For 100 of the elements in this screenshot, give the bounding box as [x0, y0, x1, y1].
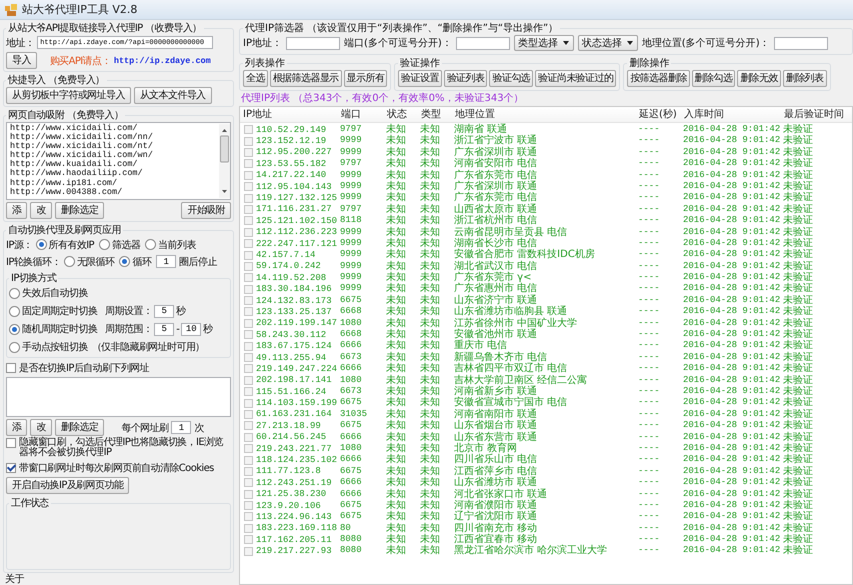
radio-button[interactable] [145, 239, 156, 250]
port-field[interactable] [456, 36, 510, 50]
url-item[interactable]: http://www.xicidaili.com/nn/ [10, 133, 153, 142]
list-button[interactable]: 改 [30, 202, 52, 219]
operation-button[interactable]: 验证勾选 [489, 70, 534, 87]
checkbox[interactable] [244, 284, 253, 294]
operation-button[interactable]: 显示所有 [344, 70, 388, 87]
operation-button[interactable]: 删除勾选 [692, 70, 736, 87]
radio-button[interactable] [98, 239, 110, 250]
checkbox[interactable] [244, 228, 253, 237]
checkbox[interactable] [244, 342, 253, 351]
checkbox[interactable] [6, 462, 16, 472]
checkbox[interactable] [244, 421, 253, 430]
column-header[interactable]: 入库时间 [681, 107, 781, 122]
type-select[interactable]: 类型选择 [514, 35, 574, 51]
checkbox[interactable] [244, 478, 253, 488]
checkbox[interactable] [244, 318, 253, 328]
operation-button[interactable]: 验证列表 [444, 70, 488, 87]
operation-button[interactable]: 验证设置 [398, 70, 442, 87]
period-field[interactable]: 5 [154, 304, 174, 318]
url-input-field[interactable] [6, 377, 231, 417]
radio-button[interactable] [9, 306, 20, 316]
column-header[interactable]: IP地址 [240, 107, 338, 122]
operation-button[interactable]: 删除无效 [737, 70, 781, 87]
checkbox[interactable] [244, 136, 253, 146]
checkbox[interactable] [244, 444, 253, 454]
location-field[interactable] [774, 36, 828, 50]
checkbox[interactable] [244, 490, 253, 499]
checkbox[interactable] [244, 273, 253, 282]
operation-button[interactable]: 按筛选器删除 [627, 70, 690, 87]
list-button[interactable]: 改 [30, 419, 52, 436]
url-item[interactable]: http://www.xicidaili.com/ [10, 124, 138, 134]
radio-button[interactable] [119, 256, 130, 267]
operation-button[interactable]: 全选 [243, 70, 268, 87]
url-list[interactable] [6, 122, 231, 200]
start-auto-button[interactable]: 开启自动换IP及刷网页功能 [6, 477, 130, 494]
checkbox[interactable] [244, 512, 253, 522]
checkbox[interactable] [244, 524, 253, 533]
radio-button[interactable] [9, 324, 20, 334]
url-item[interactable]: http://www.kuaidaili.com/ [10, 160, 138, 170]
checkbox[interactable] [244, 262, 253, 271]
url-item[interactable]: http://www.haodailiip.com/ [10, 169, 143, 179]
checkbox[interactable] [244, 250, 253, 260]
checkbox[interactable] [244, 456, 253, 465]
checkbox[interactable] [244, 307, 253, 316]
checkbox[interactable] [244, 353, 253, 362]
radio-button[interactable] [9, 288, 20, 298]
column-header[interactable]: 最后验证时间 [781, 107, 847, 122]
column-header[interactable]: 端口 [338, 107, 384, 122]
import-button[interactable]: 导入 [6, 52, 37, 69]
checkbox[interactable] [244, 410, 253, 419]
checkbox[interactable] [244, 182, 253, 192]
checkbox[interactable] [244, 387, 253, 396]
list-button[interactable]: 删除选定 [54, 419, 104, 436]
ip-field[interactable] [286, 36, 340, 50]
checkbox[interactable] [244, 239, 253, 248]
column-header[interactable]: 类型 [418, 107, 452, 122]
checkbox[interactable] [244, 376, 253, 385]
column-header[interactable]: 状态 [384, 107, 418, 122]
checkbox[interactable] [244, 216, 253, 226]
operation-button[interactable]: 删除列表 [782, 70, 826, 87]
url-item[interactable]: http://www.ip181.com/ [10, 178, 118, 188]
url-item[interactable]: http://www.xicidaili.com/nt/ [10, 142, 153, 152]
url-item[interactable]: http://www.xicidaili.com/wn/ [10, 151, 153, 160]
column-header[interactable]: 延迟(秒) [636, 107, 681, 122]
checkbox[interactable] [244, 170, 253, 180]
checkbox[interactable] [244, 535, 253, 544]
checkbox[interactable] [6, 362, 16, 372]
checkbox[interactable] [244, 204, 253, 214]
cycle-count-field[interactable]: 1 [156, 255, 176, 268]
checkbox[interactable] [244, 148, 253, 157]
column-header[interactable]: 地理位置 [452, 107, 636, 122]
list-button[interactable]: 添 [6, 419, 28, 436]
start-capture-button[interactable]: 开始吸附 [181, 202, 231, 219]
operation-button[interactable]: 验证尚未验证过的 [535, 70, 616, 87]
status-select[interactable]: 状态选择 [578, 35, 638, 51]
checkbox[interactable] [244, 125, 253, 134]
operation-button[interactable]: 根据筛选器显示 [270, 70, 342, 87]
checkbox[interactable] [244, 296, 253, 306]
buy-link[interactable]: http://ip.zdaye.com [114, 56, 211, 66]
refresh-count-field[interactable]: 1 [171, 421, 192, 434]
radio-button[interactable] [36, 239, 47, 250]
checkbox[interactable] [244, 546, 253, 556]
import-button[interactable]: 从剪切板中字符或网址导入 [6, 87, 131, 104]
checkbox[interactable] [6, 438, 16, 448]
checkbox[interactable] [244, 466, 253, 476]
checkbox[interactable] [244, 398, 253, 408]
checkbox[interactable] [244, 159, 253, 168]
period-from-field[interactable]: 5 [154, 322, 174, 336]
checkbox[interactable] [244, 194, 253, 203]
checkbox[interactable] [244, 432, 253, 442]
period-to-field[interactable]: 10 [181, 322, 202, 336]
checkbox[interactable] [244, 364, 253, 374]
checkbox[interactable] [244, 330, 253, 340]
checkbox[interactable] [244, 501, 253, 510]
url-item[interactable]: http://www.004388.com/ [10, 188, 122, 197]
list-button[interactable]: 添 [6, 202, 28, 219]
import-button[interactable]: 从文本文件导入 [134, 87, 212, 104]
radio-button[interactable] [64, 256, 75, 267]
radio-button[interactable] [9, 342, 20, 352]
